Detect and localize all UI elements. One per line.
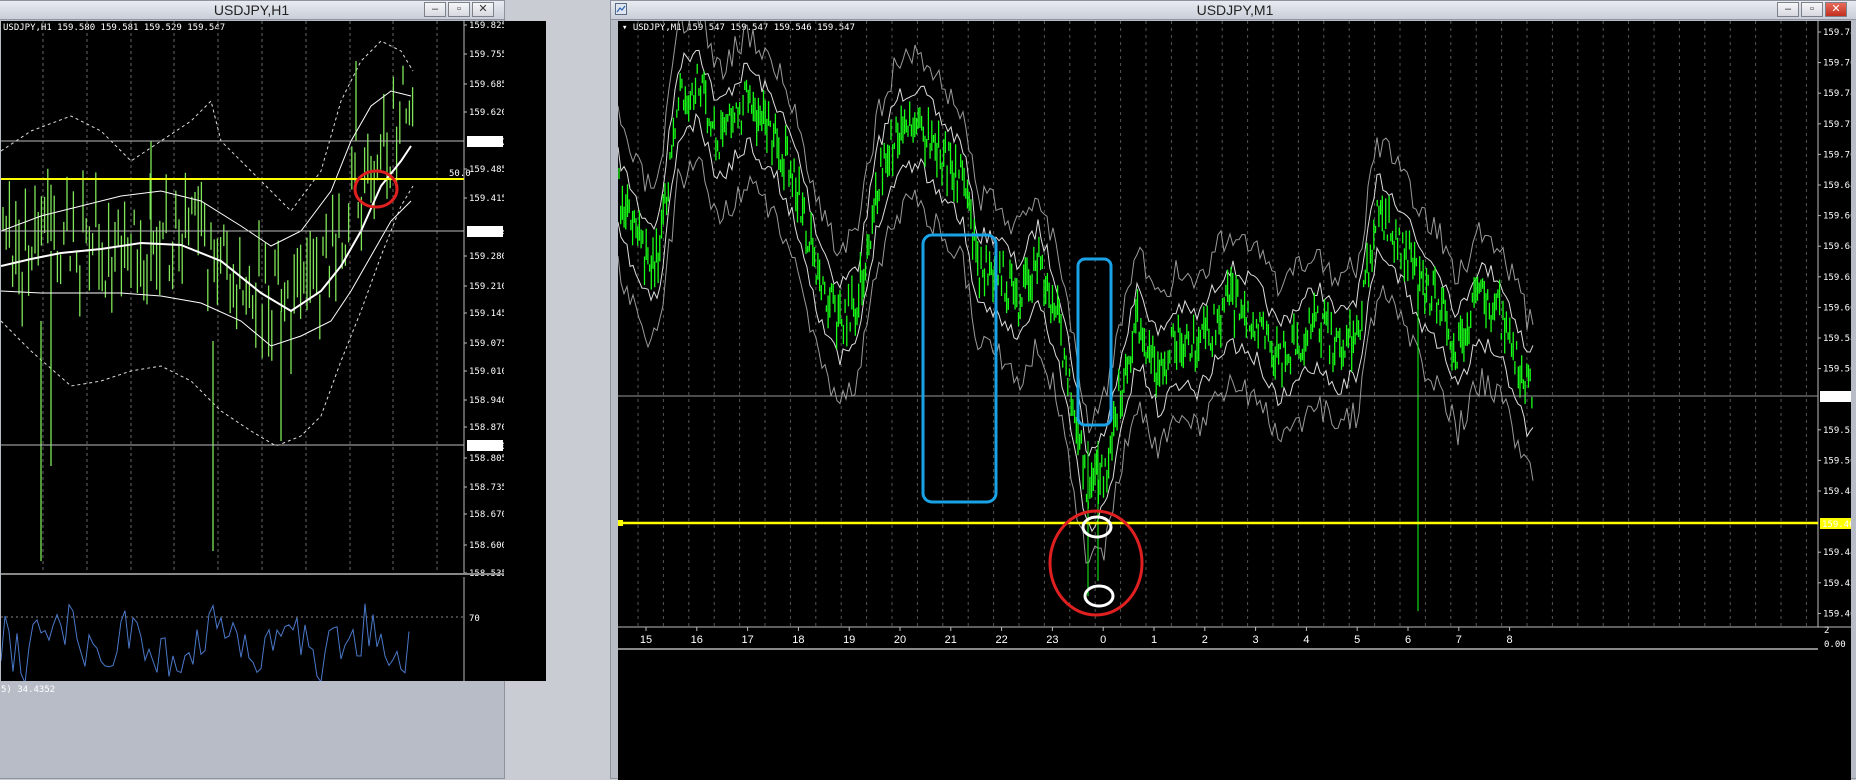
window-title: USDJPY,M1 — [1196, 2, 1274, 18]
level-label: 50.0 — [449, 169, 471, 179]
price-label: 159.68 — [1823, 181, 1851, 191]
price-label: 159.334 — [469, 228, 504, 238]
price-label: 159.620 — [469, 108, 504, 118]
m1-chart-canvas: 159.78 159.76 159.74 159.72 159.70 159.68 159.… — [618, 21, 1851, 650]
price-label: 159.44 — [1823, 548, 1851, 558]
close-icon[interactable]: ✕ — [1825, 2, 1847, 17]
price-label: 158.940 — [469, 396, 504, 406]
time-label: 3 — [1253, 634, 1259, 646]
price-label: 158.600 — [469, 541, 504, 551]
price-label: 159.280 — [469, 252, 504, 262]
envelope-inner-lower — [618, 112, 1534, 533]
close-icon[interactable]: ✕ — [472, 2, 494, 17]
price-label: 159.62 — [1823, 273, 1851, 283]
bollinger-outer-lower — [1, 185, 414, 447]
time-label: 17 — [741, 634, 753, 646]
price-label: 159.40 — [1823, 609, 1851, 619]
minimize-icon[interactable]: – — [1777, 2, 1799, 17]
price-label: 158.870 — [469, 423, 504, 433]
maximize-icon[interactable]: ▫ — [1801, 2, 1823, 17]
price-label: 158.830 — [469, 442, 504, 452]
time-label: 16 — [691, 634, 703, 646]
envelope-outer-lower — [618, 156, 1534, 564]
price-label: 158.805 — [469, 454, 504, 464]
price-chart-h1[interactable]: USDJPY,H1 159.580 159.581 159.529 159.54… — [1, 21, 546, 681]
price-label: 159.64 — [1823, 242, 1851, 252]
time-label: 15 — [640, 634, 652, 646]
level-handle[interactable] — [618, 520, 623, 526]
window-usdjpy-h1[interactable]: USDJPY,H1 – ▫ ✕ USDJPY,H1 159.580 159.58… — [0, 0, 546, 779]
price-label: 158.735 — [469, 483, 504, 493]
indicator-header: 5) 34.4352 — [1, 685, 56, 695]
price-label: 159.72 — [1823, 120, 1851, 130]
price-label: 159.58 — [1823, 334, 1851, 344]
price-label: 159.010 — [469, 367, 504, 377]
price-label: 159.547 — [469, 138, 504, 148]
price-label: 158.670 — [469, 510, 504, 520]
price-label: 159.210 — [469, 282, 504, 292]
price-label: 159.075 — [469, 339, 504, 349]
time-label: 23 — [1046, 634, 1058, 646]
price-label: 159.70 — [1823, 150, 1851, 160]
price-label: 159.60 — [1823, 303, 1851, 313]
price-label: 159.56 — [1823, 365, 1851, 375]
time-label: 5 — [1354, 634, 1360, 646]
time-label: 22 — [995, 634, 1007, 646]
price-label: 159.685 — [469, 80, 504, 90]
time-label: 1 — [1151, 634, 1157, 646]
subpanel-label: 2 — [1824, 626, 1829, 636]
h1-chart-canvas: 50.0 159.825 159.755 159.685 159.620 159.547 1… — [1, 21, 504, 681]
title-bar[interactable]: USDJPY,M1 – ▫ ✕ — [611, 1, 1856, 20]
price-label: 159.78 — [1823, 28, 1851, 38]
price-label: 159.76 — [1823, 59, 1851, 69]
white-circle-marker[interactable] — [1083, 584, 1115, 608]
time-label: 6 — [1405, 634, 1411, 646]
price-label: 159.48 — [1823, 487, 1851, 497]
price-label: 159.54 — [1822, 393, 1851, 403]
rsi-line — [1, 603, 410, 681]
time-label: 2 — [1202, 634, 1208, 646]
price-label: 159.52 — [1823, 426, 1851, 436]
price-label: 159.50 — [1823, 456, 1851, 466]
time-label: 4 — [1303, 634, 1309, 646]
time-label: 20 — [894, 634, 906, 646]
red-circle-marker[interactable] — [1048, 509, 1144, 617]
bollinger-inner-upper — [1, 90, 412, 247]
maximize-icon[interactable]: ▫ — [448, 2, 470, 17]
price-label: 159.74 — [1823, 89, 1851, 99]
time-label: 7 — [1456, 634, 1462, 646]
time-label: 0 — [1100, 634, 1106, 646]
price-label: 159.145 — [469, 309, 504, 319]
price-label: 159.825 — [469, 21, 504, 31]
time-label: 19 — [843, 634, 855, 646]
price-label: 159.66 — [1823, 212, 1851, 222]
red-circle-marker[interactable] — [353, 169, 399, 209]
time-label: 21 — [945, 634, 957, 646]
price-label: 159.485 — [469, 165, 504, 175]
price-chart-m1[interactable]: ▾ USDJPY,M1 159.547 159.547 159.546 159.… — [618, 21, 1851, 780]
price-label: 159.755 — [469, 50, 504, 60]
minimize-icon[interactable]: – — [424, 2, 446, 17]
time-label: 8 — [1507, 634, 1513, 646]
time-label: 18 — [792, 634, 804, 646]
window-usdjpy-m1[interactable]: USDJPY,M1 – ▫ ✕ ▾ USDJPY,M1 159.547 159.… — [610, 0, 1856, 780]
subpanel-label: 0.00 — [1824, 640, 1846, 650]
price-label: 159.46 — [1822, 520, 1851, 530]
indicator-level-label: 70 — [469, 614, 480, 624]
title-bar[interactable]: USDJPY,H1 – ▫ ✕ — [0, 1, 504, 20]
price-label: 159.42 — [1823, 579, 1851, 589]
price-label: 159.415 — [469, 194, 504, 204]
